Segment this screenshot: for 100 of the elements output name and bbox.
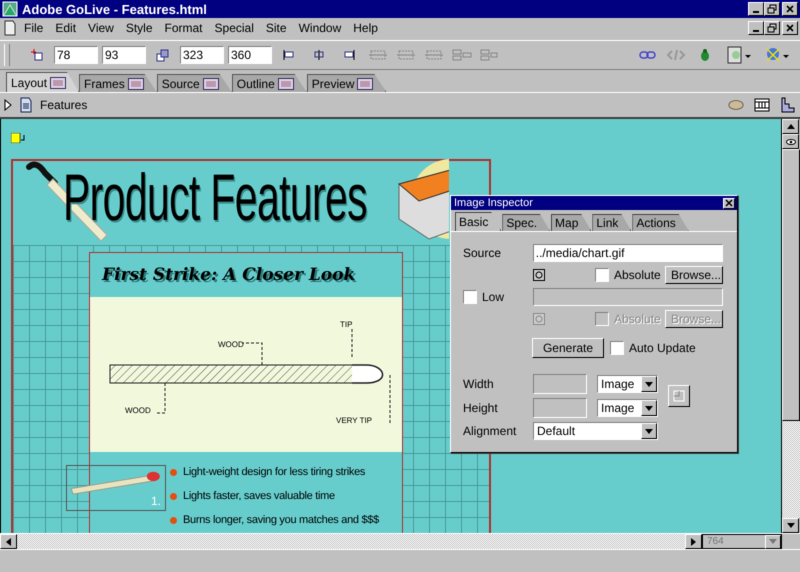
width-field[interactable]: [533, 374, 587, 394]
view-mode-icon: [50, 76, 66, 88]
field-label: Source: [463, 246, 502, 260]
inspector-tab[interactable]: Spec.: [502, 214, 550, 231]
view-tab[interactable]: Layout: [6, 72, 80, 92]
close-icon: [785, 23, 795, 33]
scroll-left-button[interactable]: [0, 534, 17, 549]
view-mode-icon: [278, 78, 294, 90]
page-icon[interactable]: [726, 46, 752, 64]
inspector-tab[interactable]: Basic: [455, 212, 502, 231]
sparkle-icon[interactable]: [764, 46, 790, 64]
diagram-label: VERY TIP: [336, 416, 372, 425]
diagram-label: TIP: [340, 320, 352, 329]
field-label: Alignment: [463, 424, 518, 438]
minimize-icon: [753, 11, 759, 13]
document-icon: [2, 20, 18, 36]
unit-dropdown[interactable]: Image: [597, 375, 658, 393]
field-label: Width: [463, 377, 495, 391]
inspector-tab[interactable]: Actions: [632, 214, 689, 231]
view-tab[interactable]: Outline: [232, 74, 307, 92]
menu-item[interactable]: Edit: [49, 21, 82, 35]
position-field[interactable]: 93: [102, 46, 146, 64]
image-caption: 1.: [150, 494, 161, 508]
checkbox[interactable]: Absolute: [595, 268, 661, 282]
feature-text: Burns longer, saving you matches and $$$: [183, 514, 379, 526]
view-tab[interactable]: Frames: [79, 74, 157, 92]
caret-icon: [645, 382, 653, 386]
close-button[interactable]: [782, 21, 798, 35]
menu-item[interactable]: Style: [120, 21, 159, 35]
inspector-tab[interactable]: Map: [551, 214, 592, 231]
close-button[interactable]: [782, 2, 798, 16]
menu-item[interactable]: Window: [292, 21, 348, 35]
size-field[interactable]: 323: [180, 46, 224, 64]
align-right-icon[interactable]: [342, 48, 356, 62]
menu-item[interactable]: Site: [260, 21, 293, 35]
window-title: Adobe GoLive - Features.html: [22, 2, 207, 16]
restore-button[interactable]: [764, 21, 780, 35]
point-and-shoot-icon[interactable]: [533, 269, 545, 281]
position-field[interactable]: 78: [54, 46, 98, 64]
position-icon: [30, 48, 44, 62]
align-center-icon[interactable]: [312, 48, 326, 62]
menu-item[interactable]: File: [18, 21, 50, 35]
checkbox[interactable]: Low: [463, 290, 527, 304]
body-marker-icon: [11, 133, 27, 143]
diagram-label: WOOD: [125, 406, 151, 415]
view-mode-icon: [128, 78, 144, 90]
menu-item[interactable]: View: [82, 21, 120, 35]
align-left-icon[interactable]: [282, 48, 296, 62]
minimize-button[interactable]: [748, 21, 764, 35]
film-icon[interactable]: [754, 97, 770, 113]
size-icon: [156, 48, 170, 62]
eye-icon: [786, 138, 796, 144]
scroll-up-button[interactable]: [782, 119, 799, 134]
scroll-down-button[interactable]: [782, 518, 799, 533]
restore-button[interactable]: [764, 2, 780, 16]
scroll-thumb[interactable]: [782, 149, 800, 421]
inspector-title: Image Inspector: [454, 197, 533, 209]
size-field[interactable]: 360: [228, 46, 272, 64]
section-heading: First Strike: A Closer Look: [100, 264, 356, 287]
source-field[interactable]: ../media/chart.gif: [532, 244, 723, 262]
bullet-icon: [170, 492, 177, 500]
caret-icon: [645, 406, 653, 410]
minimize-button[interactable]: [748, 2, 764, 16]
view-mode-icon: [202, 78, 219, 90]
alignment-dropdown[interactable]: Default: [533, 422, 658, 440]
inspector-tab[interactable]: Link: [592, 214, 632, 231]
view-tab[interactable]: Preview: [306, 74, 386, 92]
close-icon: [725, 199, 733, 207]
expand-arrow-icon[interactable]: [4, 99, 12, 111]
left-arrow-icon: [6, 538, 11, 546]
generate-button[interactable]: Generate: [532, 338, 604, 358]
scroll-right-button[interactable]: [685, 534, 702, 549]
eye-button[interactable]: [782, 134, 799, 149]
menu-item[interactable]: Format: [158, 21, 209, 35]
original-size-button[interactable]: [668, 385, 690, 407]
up-arrow-icon: [786, 124, 794, 129]
view-mode-icon: [357, 78, 374, 90]
diagram-label: WOOD: [218, 340, 244, 349]
height-field[interactable]: [533, 398, 587, 418]
lozenge-icon[interactable]: [728, 97, 744, 113]
minimize-icon: [753, 30, 759, 32]
checkbox[interactable]: Auto Update: [610, 341, 696, 355]
bug-icon[interactable]: [698, 48, 712, 62]
menu-item[interactable]: Special: [208, 21, 260, 35]
caret-icon: [769, 539, 777, 544]
low-source-field[interactable]: [532, 288, 723, 306]
browse-button[interactable]: Browse...: [665, 266, 723, 284]
feature-text: Light-weight design for less tiring strikes: [183, 466, 366, 478]
resize-icon: [673, 390, 685, 402]
page-heading: Product Features: [63, 159, 367, 235]
close-button[interactable]: [723, 198, 735, 208]
down-arrow-icon: [786, 523, 794, 528]
unit-dropdown[interactable]: Image: [597, 399, 658, 417]
feature-text: Lights faster, saves valuable time: [183, 490, 335, 502]
bullet-icon: [170, 516, 177, 524]
menu-item[interactable]: Help: [347, 21, 384, 35]
right-arrow-icon: [691, 538, 696, 546]
vertical-scrollbar[interactable]: [781, 119, 800, 533]
steps-icon[interactable]: [780, 97, 796, 113]
view-tab[interactable]: Source: [156, 74, 232, 92]
